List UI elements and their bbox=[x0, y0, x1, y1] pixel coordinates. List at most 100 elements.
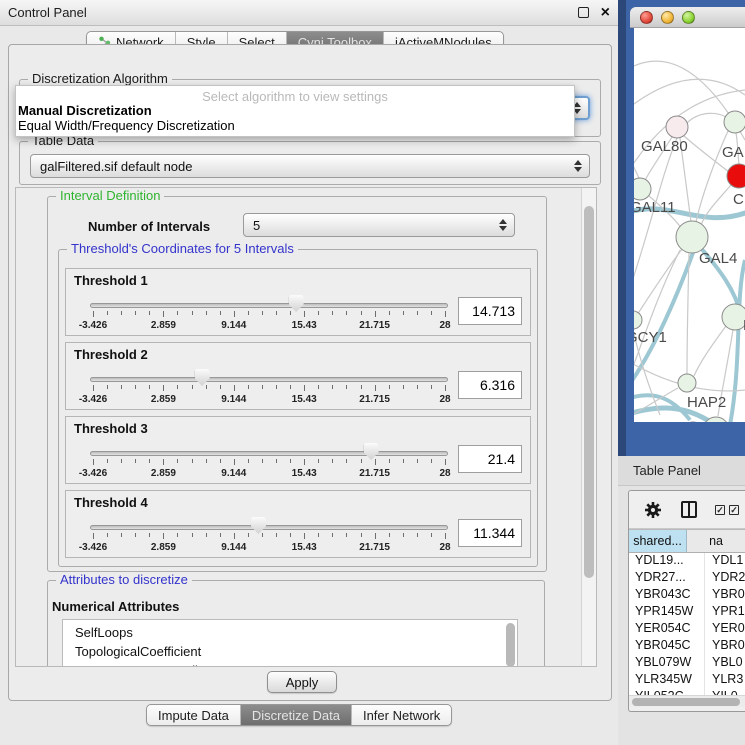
attribute-list-item[interactable]: TopologicalCoefficient bbox=[63, 642, 517, 661]
node-h[interactable] bbox=[722, 304, 745, 330]
vertical-scrollbar[interactable] bbox=[581, 188, 596, 666]
discretization-algorithm-label: Discretization Algorithm bbox=[28, 72, 172, 86]
threshold-slider[interactable]: -3.4262.8599.14415.4321.71528 bbox=[90, 417, 448, 485]
minimize-traffic-light[interactable] bbox=[661, 11, 674, 24]
tick-mark bbox=[417, 459, 418, 463]
table-row[interactable]: YBR045CYBR0 bbox=[629, 638, 745, 655]
cell-shared-name: YBR045C bbox=[629, 638, 705, 655]
tick-mark bbox=[318, 459, 319, 463]
tick-mark bbox=[121, 533, 122, 537]
tick-mark bbox=[135, 311, 136, 315]
slider-thumb[interactable] bbox=[364, 443, 379, 460]
tick-mark bbox=[290, 385, 291, 389]
threshold-slider[interactable]: -3.4262.8599.14415.4321.71528 bbox=[90, 343, 448, 411]
slider-track[interactable] bbox=[90, 525, 448, 530]
tick-mark bbox=[248, 385, 249, 389]
table-row[interactable]: YDL19...YDL1 bbox=[629, 553, 745, 570]
table-row[interactable]: YPR145WYPR1 bbox=[629, 604, 745, 621]
slider-track[interactable] bbox=[90, 377, 448, 382]
threshold-value-input[interactable] bbox=[458, 371, 522, 399]
cell-name: YBR0 bbox=[705, 587, 745, 604]
network-canvas[interactable]: GAL80GACGAL11GAL4HGCY1HAP2 bbox=[626, 28, 745, 422]
threshold-slider[interactable]: -3.4262.8599.14415.4321.71528 bbox=[90, 269, 448, 337]
tick-mark bbox=[332, 311, 333, 315]
column-header-name[interactable]: na bbox=[687, 530, 745, 552]
slider-thumb[interactable] bbox=[195, 369, 210, 386]
tick-mark bbox=[234, 385, 235, 391]
threshold-slider[interactable]: -3.4262.8599.14415.4321.71528 bbox=[90, 491, 448, 559]
horizontal-scrollbar-thumb[interactable] bbox=[632, 698, 740, 706]
cell-shared-name: YLR345W bbox=[629, 672, 705, 689]
attribute-list-item[interactable]: BetweennessCentrality bbox=[63, 661, 517, 667]
tick-mark bbox=[262, 311, 263, 315]
threshold-value-input[interactable] bbox=[458, 297, 522, 325]
tick-label: 15.43 bbox=[292, 394, 317, 405]
tick-label: 21.715 bbox=[359, 394, 390, 405]
horizontal-scrollbar[interactable] bbox=[629, 695, 745, 707]
tick-mark bbox=[135, 459, 136, 463]
threshold-value-input[interactable] bbox=[458, 519, 522, 547]
apply-button[interactable]: Apply bbox=[267, 671, 337, 693]
tick-mark bbox=[304, 459, 305, 465]
float-window-icon[interactable] bbox=[578, 7, 589, 18]
tick-mark bbox=[163, 533, 164, 539]
number-of-intervals-combobox[interactable]: 5 bbox=[243, 213, 515, 237]
node-g[interactable] bbox=[724, 111, 745, 133]
node-gal80[interactable] bbox=[666, 116, 688, 138]
table-data-combobox[interactable]: galFiltered.sif default node bbox=[30, 154, 590, 178]
number-of-intervals-label: Number of Intervals bbox=[88, 219, 210, 234]
tick-mark bbox=[332, 533, 333, 537]
tick-mark bbox=[276, 533, 277, 537]
tab-impute-data[interactable]: Impute Data bbox=[147, 705, 240, 725]
tick-mark bbox=[389, 533, 390, 537]
tick-mark bbox=[163, 385, 164, 391]
tick-mark bbox=[220, 533, 221, 537]
attributes-group: Attributes to discretize Numerical Attri… bbox=[47, 580, 545, 667]
column-layout-icon[interactable] bbox=[681, 501, 697, 518]
numerical-attributes-list[interactable]: SelfLoopsTopologicalCoefficientBetweenne… bbox=[62, 619, 518, 667]
table-rows: YDL19...YDL1YDR27...YDR2YBR043CYBR0YPR14… bbox=[629, 553, 745, 699]
node-hap2[interactable] bbox=[678, 374, 696, 392]
right-region: GAL80GACGAL11GAL4HGCY1HAP2 Table Panel ✓… bbox=[618, 0, 745, 745]
algorithm-prompt-option[interactable]: Select algorithm to view settings bbox=[16, 86, 574, 102]
vertical-scrollbar-thumb[interactable] bbox=[584, 206, 594, 578]
slider-track[interactable] bbox=[90, 451, 448, 456]
checkbox-icon-1[interactable]: ✓ bbox=[715, 505, 725, 515]
slider-track[interactable] bbox=[90, 303, 448, 308]
slider-thumb[interactable] bbox=[251, 517, 266, 534]
tick-label: 28 bbox=[439, 320, 450, 331]
tick-mark bbox=[234, 533, 235, 539]
close-traffic-light[interactable] bbox=[640, 11, 653, 24]
network-window-titlebar[interactable] bbox=[630, 7, 745, 28]
tick-label: 9.144 bbox=[221, 542, 246, 553]
tab-infer-network[interactable]: Infer Network bbox=[351, 705, 451, 725]
tick-label: 21.715 bbox=[359, 468, 390, 479]
slider-ticks: -3.4262.8599.14415.4321.71528 bbox=[93, 385, 445, 411]
tab-discretize-data[interactable]: Discretize Data bbox=[240, 705, 351, 725]
algorithm-option[interactable]: Manual Discretization bbox=[16, 102, 574, 117]
tick-mark bbox=[135, 385, 136, 389]
tick-label: -3.426 bbox=[79, 320, 107, 331]
table-row[interactable]: YDR27...YDR2 bbox=[629, 570, 745, 587]
tick-mark bbox=[107, 533, 108, 537]
table-row[interactable]: YBL079WYBL0 bbox=[629, 655, 745, 672]
attribute-list-item[interactable]: SelfLoops bbox=[63, 620, 517, 642]
node-gal4[interactable] bbox=[676, 221, 708, 253]
table-row[interactable]: YER054CYER0 bbox=[629, 621, 745, 638]
table-row[interactable]: YLR345WYLR3 bbox=[629, 672, 745, 689]
close-icon[interactable]: × bbox=[601, 7, 610, 18]
slider-thumb[interactable] bbox=[289, 295, 304, 312]
interval-definition-group: Interval Definition Number of Intervals … bbox=[47, 196, 547, 572]
tick-mark bbox=[431, 533, 432, 537]
checkbox-icon-2[interactable]: ✓ bbox=[729, 505, 739, 515]
gear-icon[interactable] bbox=[644, 501, 662, 519]
algorithm-option[interactable]: Equal Width/Frequency Discretization bbox=[16, 117, 574, 132]
list-scrollbar-thumb[interactable] bbox=[506, 623, 515, 667]
tick-mark bbox=[220, 459, 221, 463]
node-gcy1[interactable] bbox=[626, 311, 642, 329]
threshold-value-input[interactable] bbox=[458, 445, 522, 473]
table-row[interactable]: YBR043CYBR0 bbox=[629, 587, 745, 604]
zoom-traffic-light[interactable] bbox=[682, 11, 695, 24]
column-header-shared[interactable]: shared... bbox=[629, 530, 687, 552]
node-gal11[interactable] bbox=[629, 178, 651, 200]
